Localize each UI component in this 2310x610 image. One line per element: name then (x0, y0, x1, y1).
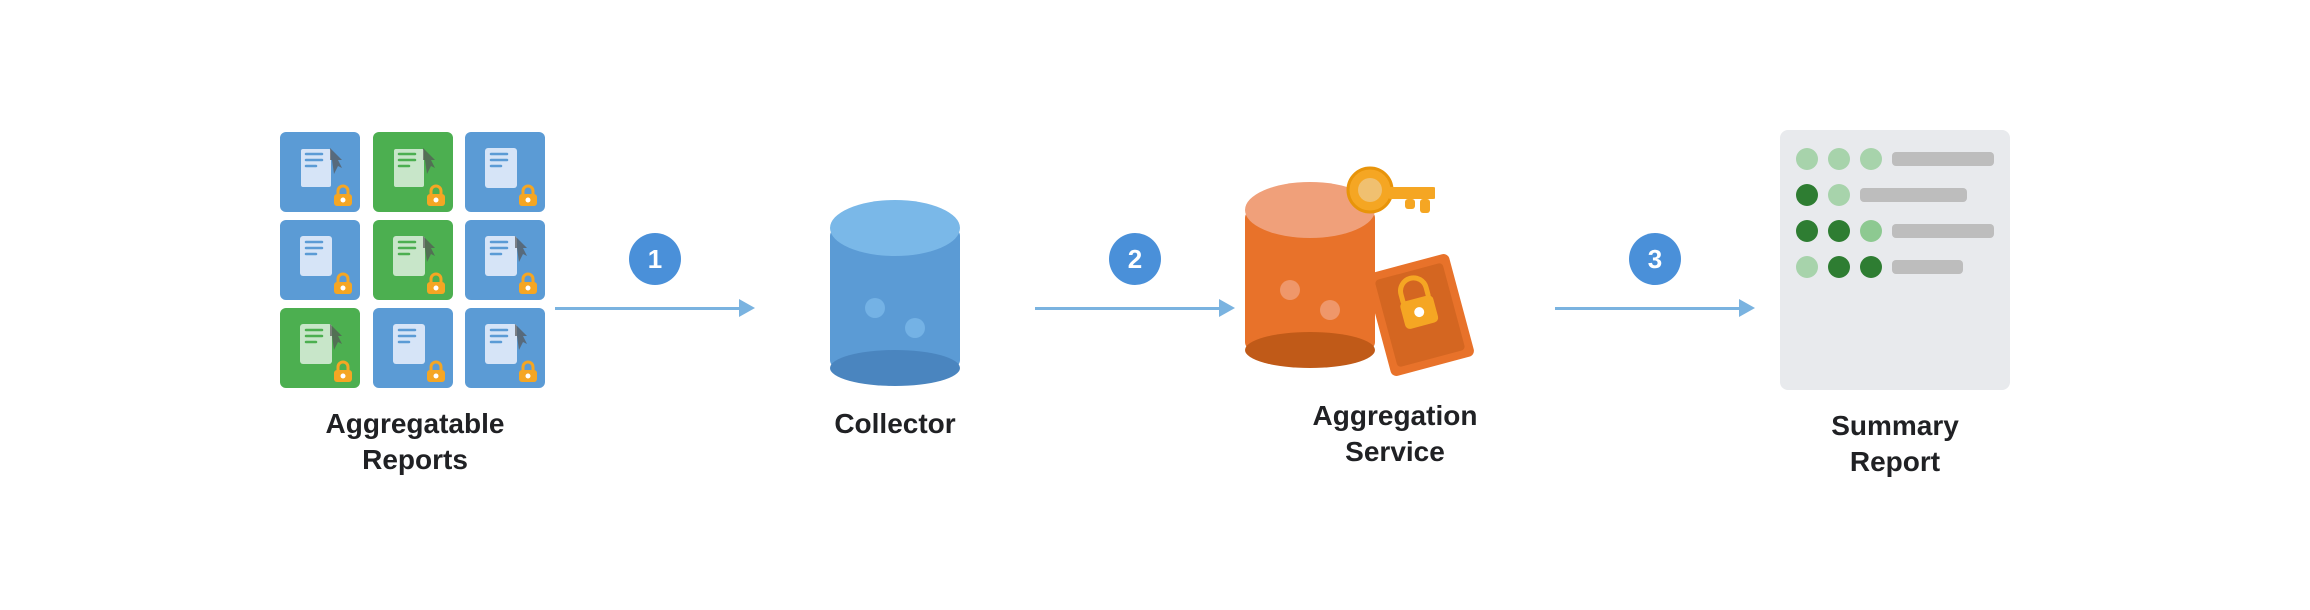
summary-row-1 (1796, 148, 1994, 170)
step-badge-3: 3 (1629, 233, 1681, 285)
collector-label: Collector (834, 406, 955, 442)
arrow-step-3: 3 (1555, 233, 1755, 377)
dot (1828, 148, 1850, 170)
report-card (373, 220, 453, 300)
diagram-container: Aggregatable Reports 1 Collector 2 (0, 110, 2310, 501)
arrow-shaft (1035, 307, 1219, 310)
lock-icon (515, 358, 541, 384)
report-card (465, 132, 545, 212)
report-card (373, 308, 453, 388)
arrow-line-1 (555, 299, 755, 317)
key-icon (1335, 150, 1435, 250)
lock-icon (423, 182, 449, 208)
lock-icon (330, 270, 356, 296)
dot (1796, 148, 1818, 170)
lock-icon (515, 270, 541, 296)
dot (1796, 220, 1818, 242)
step-badge-2: 2 (1109, 233, 1161, 285)
dot (1860, 256, 1882, 278)
arrow-shaft (1555, 307, 1739, 310)
dot (1860, 220, 1882, 242)
bar (1892, 152, 1994, 166)
arrow-step-1: 1 (555, 233, 755, 377)
arrow-head (739, 299, 755, 317)
arrow-step-2: 2 (1035, 233, 1235, 377)
node-aggregation-service: Aggregation Service (1235, 140, 1555, 471)
step-badge-1: 1 (629, 233, 681, 285)
dot (1828, 220, 1850, 242)
summary-row-3 (1796, 220, 1994, 242)
dot (1828, 184, 1850, 206)
report-card (280, 308, 360, 388)
reports-grid (280, 132, 550, 388)
arrow-line-3 (1555, 299, 1755, 317)
node-collector: Collector (755, 168, 1035, 442)
lock-icon (330, 358, 356, 384)
lock-icon (515, 182, 541, 208)
arrow-shaft (555, 307, 739, 310)
summary-report-label: Summary Report (1831, 408, 1959, 481)
bar (1892, 224, 1994, 238)
report-card (465, 308, 545, 388)
lock-icon (423, 358, 449, 384)
node-summary-report: Summary Report (1755, 130, 2035, 481)
summary-report-visual (1780, 130, 2010, 390)
lock-icon (330, 182, 356, 208)
lock-icon (423, 270, 449, 296)
aggregatable-reports-label: Aggregatable Reports (326, 406, 505, 479)
report-card (280, 220, 360, 300)
report-card (280, 132, 360, 212)
aggregation-service-label: Aggregation Service (1313, 398, 1478, 471)
arrow-head (1739, 299, 1755, 317)
arrow-head (1219, 299, 1235, 317)
arrow-line-2 (1035, 299, 1235, 317)
report-card (465, 220, 545, 300)
report-card (373, 132, 453, 212)
summary-row-2 (1796, 184, 1994, 206)
dot (1796, 256, 1818, 278)
summary-row-4 (1796, 256, 1994, 278)
bar (1892, 260, 1963, 274)
dot (1828, 256, 1850, 278)
dot (1796, 184, 1818, 206)
bar (1860, 188, 1967, 202)
collector-database-icon (820, 168, 970, 388)
node-aggregatable-reports: Aggregatable Reports (275, 132, 555, 479)
dot (1860, 148, 1882, 170)
